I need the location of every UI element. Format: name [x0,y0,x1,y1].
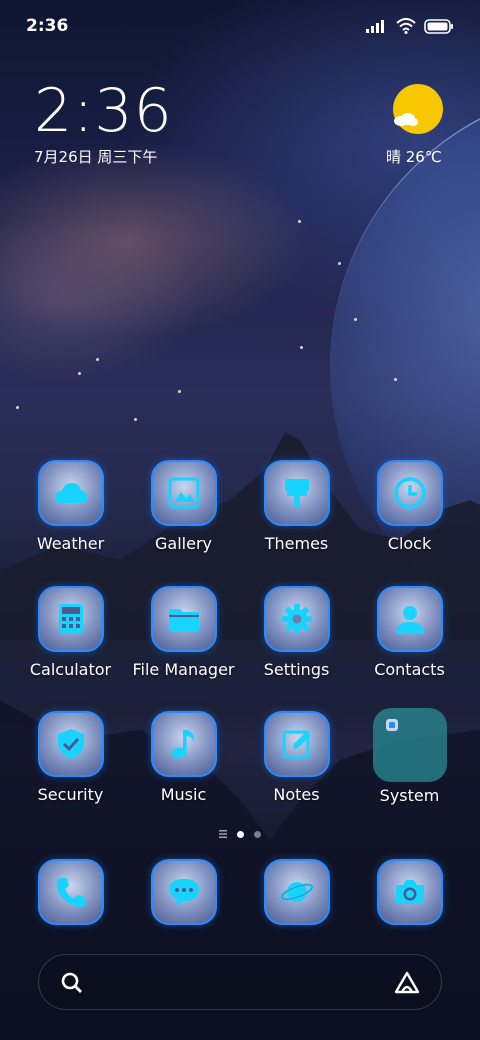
app-notes[interactable]: Notes [240,711,353,804]
status-time: 2:36 [26,16,69,36]
app-tile[interactable] [37,859,104,925]
person-icon [395,606,424,634]
folder-group-icon [385,719,398,731]
app-tile[interactable] [263,711,330,777]
app-label: Music [160,785,207,804]
app-label: System [379,786,440,805]
app-tile[interactable] [376,460,443,526]
signal-icon [366,20,384,33]
app-tile[interactable] [37,586,104,652]
message-icon [168,879,199,906]
pencil-square-icon [282,730,310,759]
app-label: Themes [264,534,329,553]
app-system-folder[interactable]: System [353,708,466,805]
app-file-manager[interactable]: File Manager [127,586,240,679]
music-note-icon [171,730,194,759]
app-tile[interactable] [37,460,104,526]
cloud-icon [54,483,87,503]
app-music[interactable]: Music [127,711,240,804]
app-tile[interactable] [37,711,104,777]
app-weather[interactable]: Weather [14,460,127,553]
dock-phone[interactable] [14,859,127,925]
sun-icon[interactable] [393,84,443,134]
app-calculator[interactable]: Calculator [14,586,127,679]
clock-icon [393,477,426,509]
app-label: Contacts [374,660,445,679]
battery-icon [424,18,453,34]
app-label: Gallery [155,534,212,553]
gear-icon [281,604,312,634]
wifi-icon [396,18,416,34]
paintbrush-icon [284,479,309,507]
app-label: File Manager [132,660,235,679]
app-security[interactable]: Security [14,711,127,804]
menu-lines-icon [219,830,227,838]
status-bar: 2:36 [26,14,454,38]
search-bar[interactable] [38,954,442,1010]
app-tile[interactable] [263,586,330,652]
app-label: Settings [263,660,330,679]
dock-camera[interactable] [353,859,466,925]
app-settings[interactable]: Settings [240,586,353,679]
app-tile[interactable] [376,859,443,925]
page-dot[interactable] [254,830,261,838]
browser-planet-icon [280,882,313,902]
small-cloud-icon [394,113,418,126]
app-tile[interactable] [150,859,217,925]
calculator-icon [58,604,83,634]
page-dot-active[interactable] [237,830,244,838]
camera-icon [395,880,424,904]
phone-icon [56,878,85,907]
app-tile[interactable] [150,586,217,652]
shield-check-icon [57,729,84,759]
app-tile[interactable] [150,460,217,526]
app-label: Calculator [29,660,112,679]
dock-messages[interactable] [127,859,240,925]
folder-icon [168,609,199,631]
dock-browser[interactable] [240,859,353,925]
home-screen: 2:36 2:36 7月26日 周三下午 晴 26℃ Weather Galle… [0,0,480,1040]
weather-widget-text[interactable]: 晴 26℃ [386,146,442,167]
app-label: Clock [387,534,432,553]
app-tile[interactable] [150,711,217,777]
app-themes[interactable]: Themes [240,460,353,553]
app-tile[interactable] [263,460,330,526]
app-contacts[interactable]: Contacts [353,586,466,679]
clock-widget-time[interactable]: 2:36 [34,76,173,146]
folder-tile[interactable] [372,708,447,782]
page-indicator[interactable] [0,830,480,838]
app-label: Weather [36,534,105,553]
app-label: Security [37,785,104,804]
clock-widget-date[interactable]: 7月26日 周三下午 [34,146,157,167]
app-tile[interactable] [263,859,330,925]
app-clock[interactable]: Clock [353,460,466,553]
app-tile[interactable] [376,586,443,652]
image-icon [168,477,199,509]
assistant-icon[interactable] [393,970,421,996]
app-label: Notes [273,785,320,804]
app-gallery[interactable]: Gallery [127,460,240,553]
search-icon[interactable] [61,972,83,994]
